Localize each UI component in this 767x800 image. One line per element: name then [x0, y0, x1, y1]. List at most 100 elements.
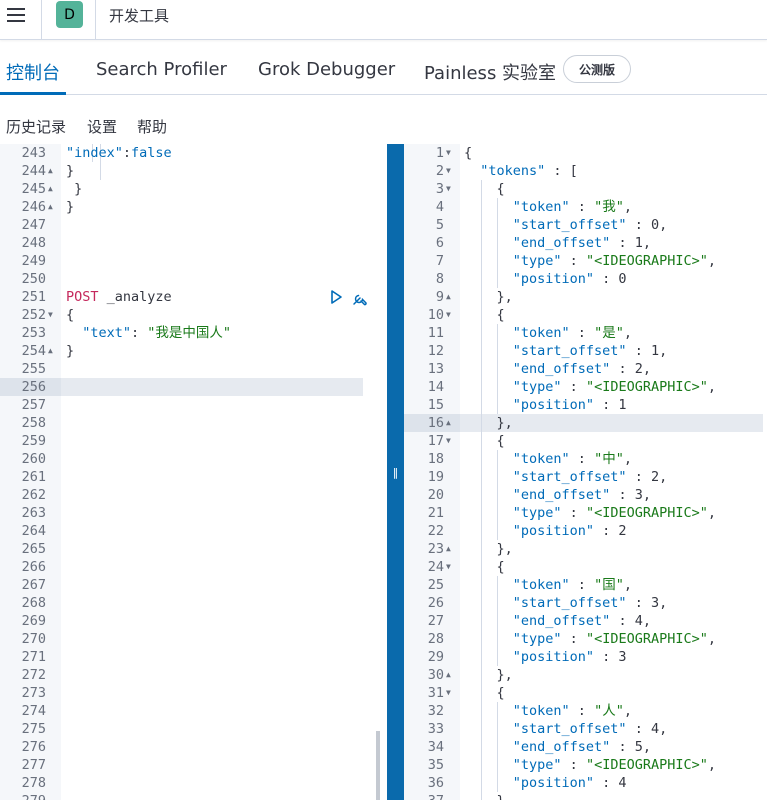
fold-close-icon[interactable]: ▲ — [48, 342, 53, 360]
code-line[interactable]: 34 "end_offset" : 5, — [404, 738, 767, 756]
fold-open-icon[interactable]: ▼ — [446, 144, 451, 162]
code-line[interactable]: 278 — [0, 774, 387, 792]
code-line[interactable]: 248 — [0, 234, 387, 252]
code-line[interactable]: 15 "position" : 1 — [404, 396, 767, 414]
code-line[interactable]: 4 "token" : "我", — [404, 198, 767, 216]
code-line[interactable]: 257 — [0, 396, 387, 414]
code-line[interactable]: 7 "type" : "<IDEOGRAPHIC>", — [404, 252, 767, 270]
code-line[interactable]: 272 — [0, 666, 387, 684]
code-line[interactable]: 36 "position" : 4 — [404, 774, 767, 792]
help-link[interactable]: 帮助 — [137, 116, 167, 137]
fold-open-icon[interactable]: ▼ — [446, 558, 451, 576]
code-line[interactable]: 274 — [0, 702, 387, 720]
response-editor[interactable]: 1 ▼{2 ▼ "tokens" : [3 ▼ {4 "token" : "我", 5 … — [404, 144, 767, 800]
code-line[interactable]: 30 ▲ }, — [404, 666, 767, 684]
code-line[interactable]: 10 ▼ { — [404, 306, 767, 324]
code-line[interactable]: 263 — [0, 504, 387, 522]
hamburger-menu-icon[interactable] — [0, 0, 32, 30]
code-line[interactable]: 24 ▼ { — [404, 558, 767, 576]
code-line[interactable]: 271 — [0, 648, 387, 666]
code-line[interactable]: 28 "type" : "<IDEOGRAPHIC>", — [404, 630, 767, 648]
code-line[interactable]: 270 — [0, 630, 387, 648]
wrench-icon[interactable] — [351, 289, 369, 307]
code-line[interactable]: 17 ▼ { — [404, 432, 767, 450]
code-line[interactable]: 6 "end_offset" : 1, — [404, 234, 767, 252]
fold-open-icon[interactable]: ▼ — [446, 180, 451, 198]
code-line[interactable]: 23 ▲ }, — [404, 540, 767, 558]
fold-open-icon[interactable]: ▼ — [446, 432, 451, 450]
code-line[interactable]: 246 ▲} — [0, 198, 387, 216]
fold-close-icon[interactable]: ▲ — [48, 180, 53, 198]
settings-link[interactable]: 设置 — [87, 116, 117, 137]
code-line[interactable]: 1 ▼ { — [404, 144, 767, 162]
code-line[interactable]: 264 — [0, 522, 387, 540]
code-line[interactable]: 14 "type" : "<IDEOGRAPHIC>", — [404, 378, 767, 396]
code-line[interactable]: 261 — [0, 468, 387, 486]
code-line[interactable]: 9 ▲ }, — [404, 288, 767, 306]
code-line[interactable]: 2 ▼ "tokens" : [ — [404, 162, 767, 180]
code-line[interactable]: 259 — [0, 432, 387, 450]
code-line[interactable]: 279 — [0, 792, 387, 800]
code-line[interactable]: 262 — [0, 486, 387, 504]
code-line[interactable]: 19 "start_offset" : 2, — [404, 468, 767, 486]
fold-close-icon[interactable]: ▲ — [446, 414, 451, 432]
code-line[interactable]: 18 "token" : "中", — [404, 450, 767, 468]
fold-open-icon[interactable]: ▼ — [48, 306, 53, 324]
code-line[interactable]: 275 — [0, 720, 387, 738]
fold-open-icon[interactable]: ▼ — [446, 162, 451, 180]
fold-close-icon[interactable]: ▲ — [446, 666, 451, 684]
space-avatar[interactable]: D — [56, 1, 83, 28]
fold-open-icon[interactable]: ▼ — [446, 306, 451, 324]
code-line[interactable]: 21 "type" : "<IDEOGRAPHIC>", — [404, 504, 767, 522]
fold-close-icon[interactable]: ▲ — [446, 540, 451, 558]
tab-grok-debugger[interactable]: Grok Debugger — [258, 59, 395, 80]
code-line[interactable]: 268 — [0, 594, 387, 612]
code-line[interactable]: 277 — [0, 756, 387, 774]
code-line[interactable]: 265 — [0, 540, 387, 558]
history-link[interactable]: 历史记录 — [6, 116, 66, 137]
code-line[interactable]: 32 "token" : "人", — [404, 702, 767, 720]
breadcrumb-title[interactable]: 开发工具 — [109, 5, 169, 26]
code-line[interactable]: 244 ▲} — [0, 162, 387, 180]
resize-grip-icon[interactable]: ‖ — [391, 466, 400, 480]
code-line[interactable]: 249 — [0, 252, 387, 270]
code-line[interactable]: 269 — [0, 612, 387, 630]
play-icon[interactable] — [328, 289, 344, 305]
code-line[interactable]: 25 "token" : "国", — [404, 576, 767, 594]
code-line[interactable]: 37 } — [404, 792, 767, 800]
tab-painless-lab[interactable]: Painless 实验室 — [424, 59, 556, 85]
code-line[interactable]: 8 "position" : 0 — [404, 270, 767, 288]
fold-close-icon[interactable]: ▲ — [446, 288, 451, 306]
code-line[interactable]: 16 ▲ }, — [404, 414, 767, 432]
code-line[interactable]: 13 "end_offset" : 2, — [404, 360, 767, 378]
fold-close-icon[interactable]: ▲ — [48, 162, 53, 180]
code-line[interactable]: 260 — [0, 450, 387, 468]
code-line[interactable]: 273 — [0, 684, 387, 702]
pane-resize-handle[interactable]: ‖ — [387, 144, 404, 800]
code-line[interactable]: 247 — [0, 216, 387, 234]
code-line[interactable]: 11 "token" : "是", — [404, 324, 767, 342]
code-line[interactable]: 22 "position" : 2 — [404, 522, 767, 540]
code-line[interactable]: 276 — [0, 738, 387, 756]
code-line[interactable]: 27 "end_offset" : 4, — [404, 612, 767, 630]
code-line[interactable]: 5 "start_offset" : 0, — [404, 216, 767, 234]
tab-console[interactable]: 控制台 — [6, 59, 60, 85]
code-line[interactable]: 12 "start_offset" : 1, — [404, 342, 767, 360]
code-line[interactable]: 20 "end_offset" : 3, — [404, 486, 767, 504]
code-line[interactable]: 250 — [0, 270, 387, 288]
code-line[interactable]: 35 "type" : "<IDEOGRAPHIC>", — [404, 756, 767, 774]
code-line[interactable]: 26 "start_offset" : 3, — [404, 594, 767, 612]
code-line[interactable]: 252 ▼ { — [0, 306, 387, 324]
code-line[interactable]: 243 "index":false — [0, 144, 387, 162]
tab-search-profiler[interactable]: Search Profiler — [96, 59, 227, 80]
code-line[interactable]: 266 — [0, 558, 387, 576]
code-line[interactable]: 31 ▼ { — [404, 684, 767, 702]
code-line[interactable]: 245 ▲ } — [0, 180, 387, 198]
code-line[interactable]: 255 — [0, 360, 387, 378]
fold-close-icon[interactable]: ▲ — [48, 198, 53, 216]
code-line[interactable]: 258 — [0, 414, 387, 432]
code-line[interactable]: 253 "text": "我是中国人" — [0, 324, 387, 342]
code-line[interactable]: 256 — [0, 378, 387, 396]
request-editor[interactable]: 243 "index":false 244 ▲} 245 ▲ } 246 ▲} 247 248 24… — [0, 144, 387, 800]
code-line[interactable]: 267 — [0, 576, 387, 594]
